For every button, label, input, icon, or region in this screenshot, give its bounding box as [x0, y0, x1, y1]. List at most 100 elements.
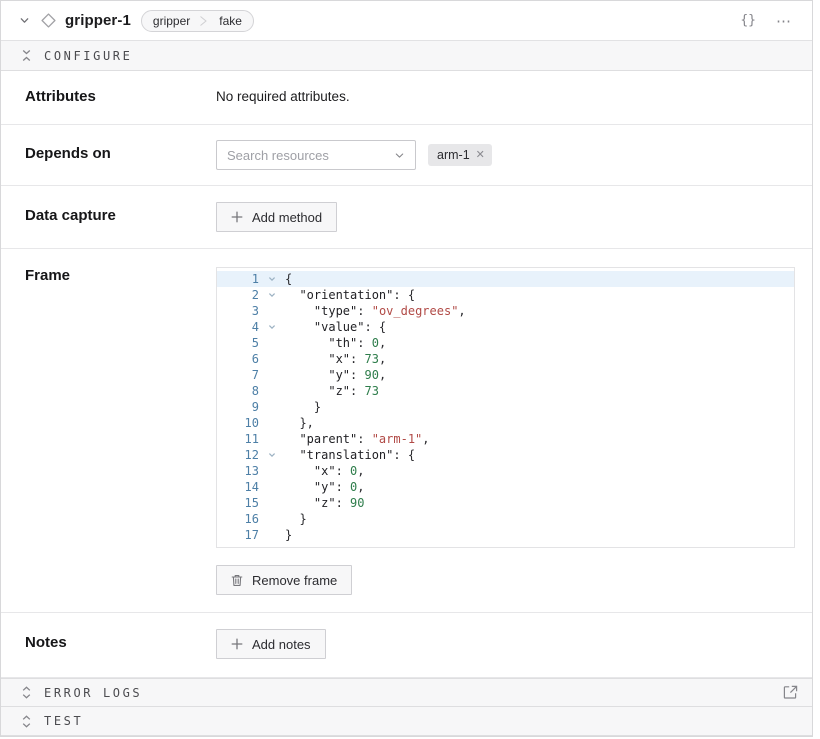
chevron-down-icon: [394, 150, 405, 161]
line-number: 10: [217, 415, 259, 431]
add-notes-button[interactable]: Add notes: [216, 629, 326, 659]
open-logs-external-icon[interactable]: [783, 685, 798, 700]
code-line[interactable]: 11 "parent": "arm-1",: [217, 431, 794, 447]
dependency-chip: arm-1✕: [428, 144, 492, 166]
code-line[interactable]: 8 "z": 73: [217, 383, 794, 399]
expand-section-icon: [21, 715, 32, 728]
code-line[interactable]: 17}: [217, 527, 794, 543]
fold-toggle-icon[interactable]: [259, 319, 285, 335]
line-number: 9: [217, 399, 259, 415]
code-line[interactable]: 13 "x": 0,: [217, 463, 794, 479]
line-number: 1: [217, 271, 259, 287]
code-line[interactable]: 3 "type": "ov_degrees",: [217, 303, 794, 319]
code-line[interactable]: 5 "th": 0,: [217, 335, 794, 351]
code-line[interactable]: 6 "x": 73,: [217, 351, 794, 367]
line-number: 4: [217, 319, 259, 335]
code-text: "type": "ov_degrees",: [285, 303, 466, 319]
remove-frame-label: Remove frame: [252, 573, 337, 588]
fold-toggle-icon[interactable]: [259, 287, 285, 303]
add-method-label: Add method: [252, 210, 322, 225]
fold-gutter: [259, 527, 285, 543]
line-number: 16: [217, 511, 259, 527]
code-text: "value": {: [285, 319, 386, 335]
code-text: }: [285, 527, 292, 543]
badge-model: fake: [208, 11, 253, 31]
line-number: 14: [217, 479, 259, 495]
line-number: 11: [217, 431, 259, 447]
badge-chevron-icon: [199, 11, 208, 31]
collapse-card-button[interactable]: [15, 11, 34, 30]
line-number: 15: [217, 495, 259, 511]
code-line[interactable]: 14 "y": 0,: [217, 479, 794, 495]
json-mode-toggle-icon[interactable]: {}: [734, 11, 762, 30]
code-line[interactable]: 16 }: [217, 511, 794, 527]
fold-gutter: [259, 415, 285, 431]
code-line[interactable]: 7 "y": 90,: [217, 367, 794, 383]
line-number: 6: [217, 351, 259, 367]
line-number: 2: [217, 287, 259, 303]
code-text: "x": 0,: [285, 463, 365, 479]
add-method-button[interactable]: Add method: [216, 202, 337, 232]
error-logs-section-bar[interactable]: ERROR LOGS: [1, 678, 812, 707]
code-line[interactable]: 9 }: [217, 399, 794, 415]
code-line[interactable]: 12 "translation": {: [217, 447, 794, 463]
remove-frame-button[interactable]: Remove frame: [216, 565, 352, 595]
fold-toggle-icon[interactable]: [259, 447, 285, 463]
code-text: "z": 73: [285, 383, 379, 399]
code-text: "orientation": {: [285, 287, 415, 303]
fold-gutter: [259, 431, 285, 447]
code-line[interactable]: 2 "orientation": {: [217, 287, 794, 303]
fold-gutter: [259, 399, 285, 415]
code-text: "translation": {: [285, 447, 415, 463]
line-number: 5: [217, 335, 259, 351]
expand-section-icon: [21, 686, 32, 699]
code-line[interactable]: 15 "z": 90: [217, 495, 794, 511]
code-text: }: [285, 399, 321, 415]
code-line[interactable]: 1{: [217, 271, 794, 287]
plus-icon: [231, 211, 243, 223]
depends-on-row: Depends on Search resources arm-1✕: [1, 125, 812, 186]
component-type-badge: gripper fake: [141, 10, 254, 32]
depends-on-tags: arm-1✕: [428, 144, 492, 166]
chevron-down-icon: [19, 15, 30, 26]
component-card: gripper-1 gripper fake {} ⋯ CONFIGURE At…: [0, 0, 813, 737]
code-text: },: [285, 415, 314, 431]
test-section-label: TEST: [44, 714, 83, 728]
code-text: "x": 73,: [285, 351, 386, 367]
frame-code-editor[interactable]: 1{2 "orientation": {3 "type": "ov_degree…: [216, 267, 795, 548]
frame-row: Frame 1{2 "orientation": {3 "type": "ov_…: [1, 249, 812, 613]
fold-gutter: [259, 511, 285, 527]
depends-on-search-select[interactable]: Search resources: [216, 140, 416, 170]
code-text: "th": 0,: [285, 335, 386, 351]
code-line[interactable]: 10 },: [217, 415, 794, 431]
overflow-menu-icon[interactable]: ⋯: [772, 10, 796, 32]
trash-icon: [231, 574, 243, 587]
code-lines: 1{2 "orientation": {3 "type": "ov_degree…: [217, 271, 794, 543]
component-header: gripper-1 gripper fake {} ⋯: [1, 1, 812, 41]
code-text: "y": 0,: [285, 479, 365, 495]
fold-gutter: [259, 463, 285, 479]
collapse-section-icon: [21, 49, 32, 62]
line-number: 8: [217, 383, 259, 399]
fold-gutter: [259, 335, 285, 351]
line-number: 7: [217, 367, 259, 383]
line-number: 12: [217, 447, 259, 463]
attributes-label: Attributes: [25, 88, 216, 105]
test-section-bar[interactable]: TEST: [1, 707, 812, 736]
remove-dependency-icon[interactable]: ✕: [476, 150, 485, 161]
frame-label: Frame: [25, 266, 216, 284]
depends-on-label: Depends on: [25, 140, 216, 162]
configure-section-bar[interactable]: CONFIGURE: [1, 41, 812, 71]
error-logs-section-label: ERROR LOGS: [44, 686, 142, 700]
fold-gutter: [259, 367, 285, 383]
notes-row: Notes Add notes: [1, 613, 812, 678]
configure-section-label: CONFIGURE: [44, 49, 132, 63]
gripper-component-icon: [40, 12, 57, 29]
attributes-row: Attributes No required attributes.: [1, 71, 812, 125]
data-capture-row: Data capture Add method: [1, 186, 812, 249]
code-text: "y": 90,: [285, 367, 386, 383]
fold-gutter: [259, 495, 285, 511]
fold-toggle-icon[interactable]: [259, 271, 285, 287]
code-line[interactable]: 4 "value": {: [217, 319, 794, 335]
code-text: "parent": "arm-1",: [285, 431, 430, 447]
